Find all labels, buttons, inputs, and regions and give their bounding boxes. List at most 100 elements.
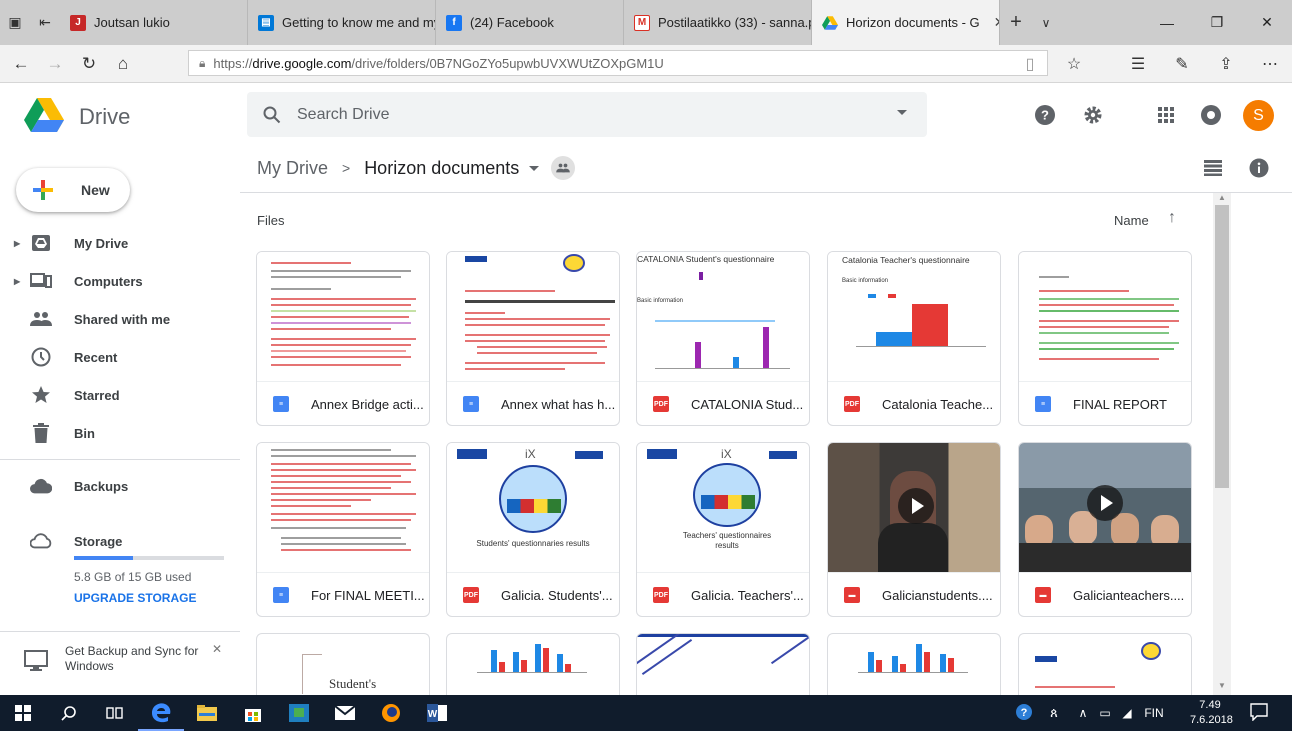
help-tray-icon[interactable]: ? <box>1012 703 1036 724</box>
thumb-title: CATALONIA Student's questionnaire <box>637 254 775 264</box>
my-drive-icon <box>30 232 52 254</box>
sidebar-item-storage[interactable]: Storage <box>0 523 240 559</box>
sidebar-item-backups[interactable]: Backups <box>0 468 240 504</box>
backup-sync-promo[interactable]: Get Backup and Sync for Windows ✕ <box>0 631 240 695</box>
refresh-icon[interactable]: ↻ <box>72 45 106 83</box>
minimize-icon[interactable]: — <box>1142 0 1192 45</box>
photos-app-icon[interactable] <box>276 695 322 731</box>
search-bar[interactable]: Search Drive <box>247 92 927 137</box>
info-icon[interactable] <box>1249 158 1269 178</box>
play-video-icon[interactable] <box>898 488 934 524</box>
sidebar-item-starred[interactable]: Starred <box>0 377 240 413</box>
file-card[interactable]: ≡ FINAL REPORT <box>1018 251 1192 426</box>
file-card-partial[interactable] <box>1018 633 1192 695</box>
browser-tab-1[interactable]: J Joutsan lukio <box>60 0 248 45</box>
show-hidden-icons-chevron-icon[interactable]: ∧ <box>1072 706 1094 720</box>
language-indicator[interactable]: FIN <box>1138 706 1170 720</box>
edge-browser-icon[interactable] <box>138 695 184 731</box>
expand-caret-icon[interactable]: ▶ <box>14 277 20 286</box>
task-view-icon[interactable] <box>92 695 138 731</box>
browser-tab-4[interactable]: M Postilaatikko (33) - sanna.pi <box>624 0 812 45</box>
store-icon[interactable] <box>230 695 276 731</box>
search-input[interactable]: Search Drive <box>297 106 389 124</box>
breadcrumb-my-drive[interactable]: My Drive <box>257 158 328 179</box>
battery-icon[interactable]: ▭ <box>1094 706 1116 720</box>
apps-grid-icon[interactable] <box>1155 104 1177 126</box>
pen-notes-icon[interactable]: ✎ <box>1160 54 1204 74</box>
search-icon[interactable] <box>263 106 281 124</box>
dismiss-promo-icon[interactable]: ✕ <box>212 642 222 656</box>
new-button[interactable]: New <box>16 168 130 212</box>
sidebar-item-my-drive[interactable]: ▶ My Drive <box>0 225 240 261</box>
file-card-partial[interactable] <box>636 633 810 695</box>
home-icon[interactable]: ⌂ <box>106 45 140 83</box>
sort-direction-arrow-icon[interactable]: ↑ <box>1168 209 1176 227</box>
drive-logo-icon[interactable] <box>24 98 64 132</box>
upgrade-storage-link[interactable]: UPGRADE STORAGE <box>74 591 196 605</box>
pdf-file-icon: PDF <box>653 587 669 603</box>
search-options-dropdown-icon[interactable] <box>897 110 907 115</box>
file-card[interactable]: iX Teachers' questionnaires results PDF G… <box>636 442 810 617</box>
people-icon[interactable]: ጰ <box>1036 705 1072 721</box>
set-aside-tabs-icon[interactable]: ⇤ <box>30 0 60 45</box>
favorite-star-icon[interactable]: ☆ <box>1052 54 1096 74</box>
sidebar-item-bin[interactable]: Bin <box>0 415 240 451</box>
settings-gear-icon[interactable] <box>1082 104 1104 126</box>
breadcrumb-current-folder[interactable]: Horizon documents <box>364 158 519 179</box>
file-card[interactable]: iX Students' questionnaries results PDF G… <box>446 442 620 617</box>
sidebar-item-computers[interactable]: ▶ Computers <box>0 263 240 299</box>
browser-tab-5-active[interactable]: Horizon documents - G ✕ <box>812 0 1000 45</box>
windows-start-icon[interactable] <box>0 695 46 731</box>
word-app-icon[interactable]: W <box>414 695 460 731</box>
browser-tab-2[interactable]: ▤ Getting to know me and my <box>248 0 436 45</box>
browser-tab-3[interactable]: f (24) Facebook <box>436 0 624 45</box>
file-explorer-icon[interactable] <box>184 695 230 731</box>
sidebar-item-shared-with-me[interactable]: Shared with me <box>0 301 240 337</box>
forward-arrow-icon[interactable]: → <box>38 45 72 83</box>
mail-app-icon[interactable] <box>322 695 368 731</box>
scroll-up-arrow-icon[interactable]: ▲ <box>1214 193 1230 205</box>
close-window-icon[interactable]: ✕ <box>1242 0 1292 45</box>
new-tab-icon[interactable]: + <box>1000 0 1032 45</box>
help-icon[interactable]: ? <box>1034 104 1056 126</box>
file-card[interactable]: ≡ Annex Bridge acti... <box>256 251 430 426</box>
notifications-icon[interactable] <box>1200 104 1222 126</box>
file-card-partial[interactable]: Student's <box>256 633 430 695</box>
tab-list-chevron-icon[interactable]: ∨ <box>1032 0 1060 45</box>
restore-icon[interactable]: ❐ <box>1192 0 1242 45</box>
list-view-icon[interactable] <box>1204 160 1222 176</box>
firefox-icon[interactable] <box>368 695 414 731</box>
taskbar-clock[interactable]: 7.49 7.6.2018 <box>1190 698 1233 728</box>
sidebar-item-recent[interactable]: Recent <box>0 339 240 375</box>
file-card[interactable]: ▬ Galicianteachers.... <box>1018 442 1192 617</box>
more-dots-icon[interactable]: ⋯ <box>1248 54 1292 74</box>
favorites-hub-icon[interactable]: ☰ <box>1116 54 1160 74</box>
scroll-down-arrow-icon[interactable]: ▼ <box>1214 681 1230 693</box>
shared-folder-people-icon[interactable] <box>551 156 576 180</box>
action-center-icon[interactable] <box>1250 703 1270 723</box>
file-card-partial[interactable] <box>827 633 1001 695</box>
file-card[interactable]: CATALONIA Student's questionnaire Basic … <box>636 251 810 426</box>
tab-preview-icon[interactable]: ▣ <box>0 0 30 45</box>
expand-caret-icon[interactable]: ▶ <box>14 239 20 248</box>
drive-brand[interactable]: Drive <box>79 104 130 130</box>
browser-tab-title: (24) Facebook <box>470 15 554 30</box>
cortana-search-icon[interactable] <box>46 695 92 731</box>
sway-favicon-icon: ▤ <box>258 14 274 31</box>
scrollbar-thumb[interactable] <box>1215 205 1229 488</box>
folder-menu-dropdown-icon[interactable] <box>529 165 540 171</box>
url-field[interactable]: 🔒︎ https://drive.google.com/drive/folder… <box>188 50 1048 76</box>
file-card[interactable]: ▬ Galicianstudents.... <box>827 442 1001 617</box>
file-card-partial[interactable] <box>446 633 620 695</box>
reading-view-icon[interactable]: ▯ <box>1008 54 1052 74</box>
sort-by-name[interactable]: Name <box>1114 213 1149 228</box>
avatar[interactable]: S <box>1243 100 1274 131</box>
file-card[interactable]: Catalonia Teacher's questionnaire Basic … <box>827 251 1001 426</box>
file-card[interactable]: ≡ For FINAL MEETI... <box>256 442 430 617</box>
file-card[interactable]: ≡ Annex what has h... <box>446 251 620 426</box>
desktop-monitor-icon <box>24 650 48 671</box>
back-arrow-icon[interactable]: ← <box>4 45 38 83</box>
play-video-icon[interactable] <box>1087 485 1123 521</box>
share-icon[interactable]: ⇪ <box>1204 54 1248 74</box>
wifi-icon[interactable]: ◢ <box>1116 706 1138 720</box>
